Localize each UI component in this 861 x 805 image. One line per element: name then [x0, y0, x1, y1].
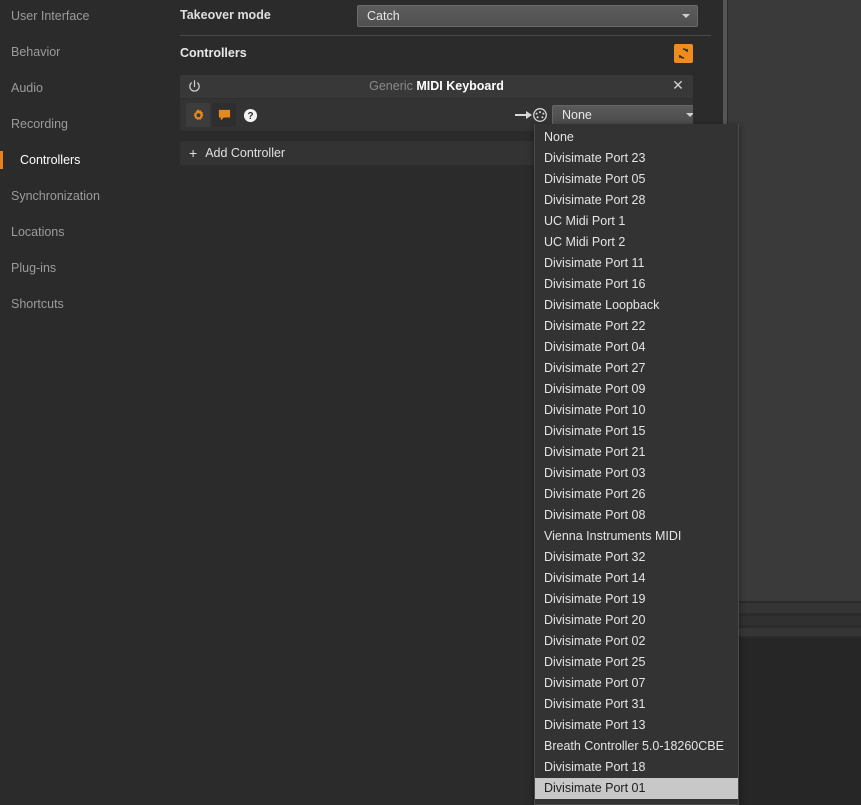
dropdown-option[interactable]: Divisimate Port 21 [535, 442, 738, 463]
controllers-section-title: Controllers [180, 46, 247, 60]
sidebar-item-label: Shortcuts [11, 297, 64, 311]
dropdown-option[interactable]: Divisimate Port 18 [535, 757, 738, 778]
sidebar-item-label: Plug-ins [11, 261, 57, 275]
sidebar-item-label: Audio [11, 81, 43, 95]
dropdown-option[interactable]: Divisimate Port 13 [535, 715, 738, 736]
host-background-band [728, 628, 861, 636]
host-background-band [728, 616, 861, 625]
help-icon[interactable]: ? [238, 103, 262, 127]
dropdown-option[interactable]: Divisimate Port 16 [535, 274, 738, 295]
sidebar-item-locations[interactable]: Locations [0, 221, 168, 243]
dropdown-option[interactable]: Divisimate Port 04 [535, 337, 738, 358]
controller-card-header: Generic MIDI Keyboard ✕ [180, 75, 693, 99]
dropdown-option[interactable]: None [535, 127, 738, 148]
controller-brand: Generic [369, 79, 413, 93]
dropdown-option[interactable]: Divisimate Port 19 [535, 589, 738, 610]
gear-icon[interactable] [186, 103, 210, 127]
speech-bubble-icon[interactable] [212, 103, 236, 127]
sidebar-item-label: User Interface [11, 9, 90, 23]
dropdown-option[interactable]: UC Midi Port 2 [535, 232, 738, 253]
settings-sidebar: User Interface Behavior Audio Recording … [0, 0, 168, 805]
dropdown-option[interactable]: Divisimate Port 26 [535, 484, 738, 505]
sidebar-item-synchronization[interactable]: Synchronization [0, 185, 168, 207]
controller-name: Generic MIDI Keyboard [180, 79, 693, 93]
dropdown-option[interactable]: Divisimate Port 03 [535, 463, 738, 484]
dropdown-option[interactable]: Divisimate Port 07 [535, 673, 738, 694]
sidebar-item-controllers[interactable]: Controllers [0, 149, 168, 171]
dropdown-option[interactable]: Divisimate Port 31 [535, 694, 738, 715]
dropdown-option[interactable]: UC Midi Port 1 [535, 211, 738, 232]
midi-port-select[interactable]: None [552, 105, 693, 125]
sidebar-item-label: Synchronization [11, 189, 100, 203]
sidebar-item-plug-ins[interactable]: Plug-ins [0, 257, 168, 279]
dropdown-option[interactable]: Divisimate Port 32 [535, 547, 738, 568]
dropdown-option[interactable]: Vienna Instruments MIDI [535, 526, 738, 547]
dropdown-option[interactable]: Divisimate Port 15 [535, 421, 738, 442]
host-background-band [728, 603, 861, 613]
sidebar-item-label: Controllers [20, 153, 81, 167]
sidebar-item-shortcuts[interactable]: Shortcuts [0, 293, 168, 315]
dropdown-option[interactable]: Divisimate Port 01 [535, 778, 738, 799]
close-icon[interactable]: ✕ [671, 78, 685, 93]
takeover-mode-label: Takeover mode [180, 8, 271, 22]
dropdown-option[interactable]: Divisimate Port 22 [535, 316, 738, 337]
dropdown-option[interactable]: Divisimate Port 09 [535, 379, 738, 400]
refresh-icon[interactable] [674, 44, 693, 63]
active-indicator [0, 151, 3, 169]
sidebar-item-user-interface[interactable]: User Interface [0, 5, 168, 27]
dropdown-option[interactable]: Divisimate Port 27 [535, 358, 738, 379]
chevron-down-icon [682, 14, 690, 18]
takeover-mode-select[interactable]: Catch [357, 5, 698, 27]
takeover-mode-row: Takeover mode Catch [180, 5, 711, 27]
dropdown-option[interactable]: Divisimate Port 05 [535, 169, 738, 190]
dropdown-option[interactable]: Divisimate Port 23 [535, 148, 738, 169]
controller-model: MIDI Keyboard [416, 79, 504, 93]
host-background-lower [728, 638, 861, 805]
midi-port-value: None [562, 108, 592, 122]
dropdown-option[interactable]: Divisimate Loopback [535, 295, 738, 316]
controller-card: Generic MIDI Keyboard ✕ ? None [180, 75, 693, 131]
add-controller-label: Add Controller [205, 146, 286, 160]
plus-icon: + [189, 145, 198, 161]
dropdown-option[interactable]: Divisimate Port 14 [535, 568, 738, 589]
midi-output-icon [514, 107, 550, 123]
takeover-mode-value: Catch [367, 9, 400, 23]
sidebar-item-label: Locations [11, 225, 65, 239]
sidebar-item-label: Behavior [11, 45, 61, 59]
host-background-panel [728, 0, 861, 601]
dropdown-option[interactable]: Divisimate Port 08 [535, 505, 738, 526]
dropdown-option[interactable]: Divisimate Port 02 [535, 631, 738, 652]
svg-text:?: ? [247, 111, 253, 122]
section-divider [180, 35, 711, 36]
dropdown-option[interactable]: Breath Controller 5.0-18260CBE [535, 736, 738, 757]
dropdown-option[interactable]: Divisimate Port 11 [535, 253, 738, 274]
dropdown-option[interactable]: Divisimate Port 10 [535, 400, 738, 421]
chevron-down-icon [686, 113, 693, 117]
sidebar-item-audio[interactable]: Audio [0, 77, 168, 99]
dropdown-option[interactable]: Divisimate Port 20 [535, 610, 738, 631]
sidebar-item-behavior[interactable]: Behavior [0, 41, 168, 63]
sidebar-item-recording[interactable]: Recording [0, 113, 168, 135]
dropdown-option[interactable]: Divisimate Port 25 [535, 652, 738, 673]
sidebar-item-label: Recording [11, 117, 68, 131]
dropdown-option[interactable]: Divisimate Port 28 [535, 190, 738, 211]
midi-port-dropdown-list[interactable]: None Divisimate Port 23 Divisimate Port 05… [534, 124, 739, 805]
